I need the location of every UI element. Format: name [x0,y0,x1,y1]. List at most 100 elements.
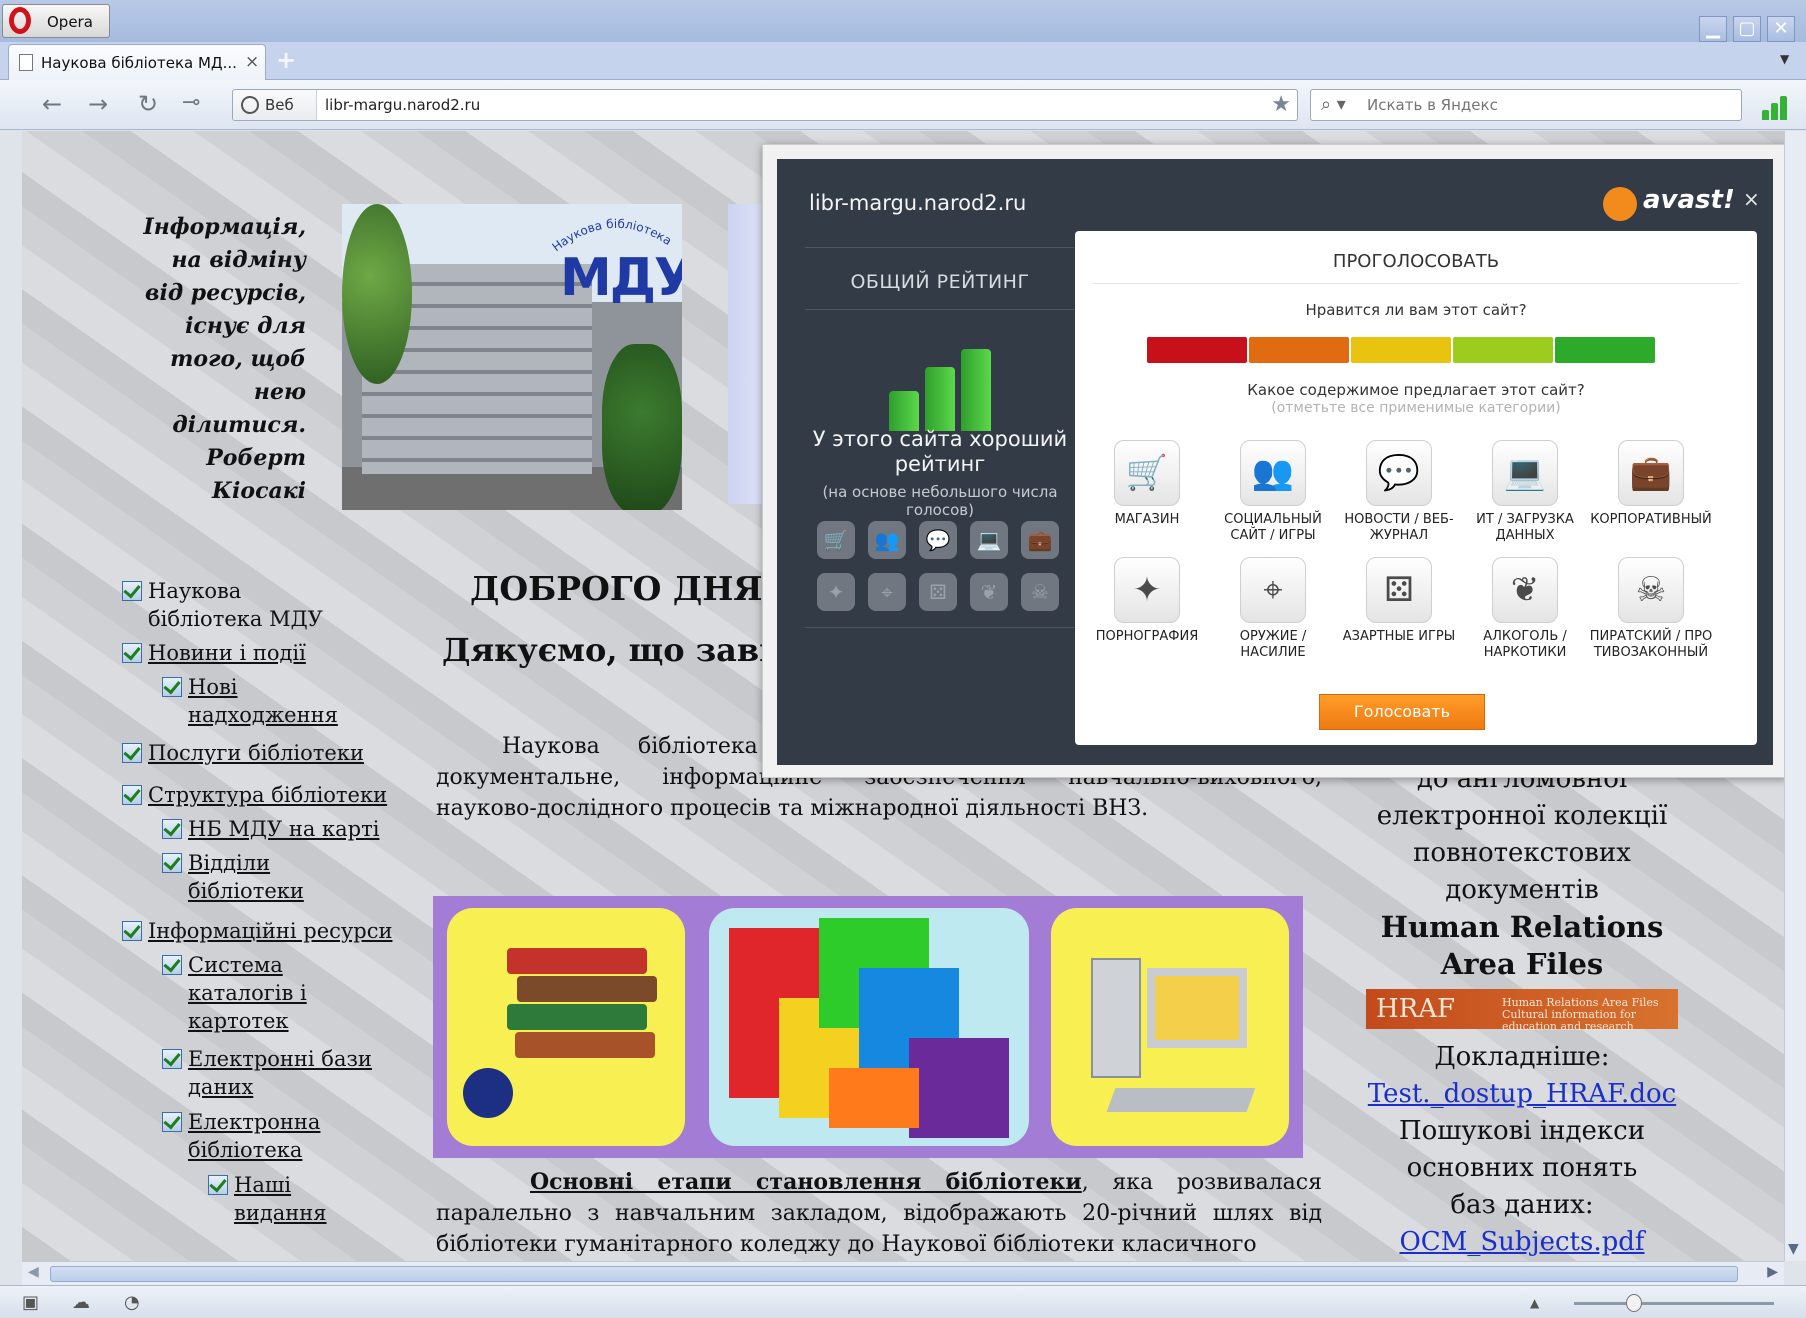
nav-item[interactable]: Послуги бібліотеки [122,739,364,767]
category-it[interactable]: 💻 ИТ / ЗАГРУЗКА ДАННЫХ [1463,440,1587,544]
tab-title: Наукова бібліотека МД... [41,54,237,72]
library-photo: Наукова бібліотека МДУ [342,204,682,510]
cloud-icon[interactable]: ☁ [72,1292,90,1313]
nav-item[interactable]: НБ МДУ на карті [162,815,379,843]
leaf-icon: ❦ [1492,557,1558,623]
rating-3-button[interactable] [1351,337,1451,363]
category-corporate[interactable]: 💼 КОРПОРАТИВНЫЙ [1589,440,1713,528]
rating-4-button[interactable] [1453,337,1553,363]
opera-menu-label: Opera [47,13,93,31]
briefcase-icon: 💼 [1021,521,1059,559]
avast-rating-icon[interactable] [1760,92,1790,120]
zoom-slider[interactable] [1574,1302,1774,1305]
zoom-up-icon[interactable]: ▲ [1530,1296,1539,1310]
new-tab-icon[interactable]: + [276,46,296,74]
category-news[interactable]: 💬 НОВОСТИ / ВЕБ-ЖУРНАЛ [1337,440,1461,544]
scroll-left-icon[interactable]: ◀ [28,1264,39,1280]
speed-dial-icon[interactable]: ◔ [124,1292,140,1313]
search-input[interactable] [1367,96,1727,114]
avast-popup: libr-margu.narod2.ru avast! × ОБЩИЙ РЕЙТ… [762,144,1788,778]
skull-icon: ☠ [1021,573,1059,611]
tab-menu-icon[interactable]: ▼ [1780,52,1789,66]
star4-icon: ✦ [1114,557,1180,623]
check-icon [122,921,142,941]
rating-1-button[interactable] [1147,337,1247,363]
minimize-icon[interactable]: ▁ [1699,16,1727,42]
panel-toggle-icon[interactable]: ▣ [22,1292,39,1313]
search-icon[interactable]: ⌕ ▾ [1321,94,1346,115]
status-bar: ▣ ☁ ◔ ▲ [0,1285,1806,1318]
nav-item[interactable]: Інформаційні ресурси [122,917,392,945]
check-icon [122,643,142,663]
hraf-doc-link[interactable]: Test._dostup_HRAF.doc [1362,1076,1682,1113]
category-piracy[interactable]: ☠ ПИРАТСКИЙ / ПРОТИВОЗАКОННЫЙ [1589,557,1713,661]
back-icon[interactable]: ← [42,90,62,118]
maximize-icon[interactable]: ▢ [1733,16,1761,42]
nav-item[interactable]: Електронні бази даних [162,1045,378,1101]
banner-images [433,896,1303,1158]
category-social[interactable]: 👥 СОЦИАЛЬНЫЙ САЙТ / ИГРЫ [1211,440,1335,544]
check-icon [208,1175,228,1195]
check-icon [162,819,182,839]
vote-panel: ПРОГОЛОСОВАТЬ Нравится ли вам этот сайт?… [1075,231,1757,745]
overall-rating: ОБЩИЙ РЕЙТИНГ У этого сайта хороший рейт… [805,247,1075,647]
nav-item[interactable]: Новини і події [122,639,306,667]
rating-note: (на основе небольшого числа голосов) [822,483,1058,519]
nav-item[interactable]: Наші видання [208,1171,334,1227]
avast-domain: libr-margu.narod2.ru [809,191,1027,215]
title-bar: Opera ▁ ▢ ✕ [0,0,1806,42]
nav-item[interactable]: Структура бібліотеки [122,781,387,809]
forward-icon[interactable]: → [88,90,108,118]
address-badge[interactable]: Веб [233,90,317,120]
nav-item[interactable]: Відділи бібліотеки [162,849,304,905]
history-text: Основні етапи становлення бібліотеки, як… [436,1169,1322,1257]
check-icon [162,955,182,975]
globe-icon [241,96,259,114]
star-icon[interactable]: ★ [1271,92,1291,117]
horizontal-scrollbar[interactable]: ◀ ▶ [22,1261,1784,1285]
rating-5-button[interactable] [1555,337,1655,363]
zoom-slider-handle[interactable] [1626,1294,1642,1312]
dice-icon: ⚄ [1366,557,1432,623]
reload-icon[interactable]: ↻ [138,90,158,118]
check-icon [122,743,142,763]
ink-icon [463,1068,513,1118]
speech-bubble-icon: 💬 [1366,440,1432,506]
search-box[interactable]: ⌕ ▾ [1310,89,1742,121]
nav-item[interactable]: Система каталогів і картотек [162,951,308,1035]
scroll-down-icon[interactable]: ▼ [1788,1241,1799,1257]
history-link[interactable]: Основні етапи становлення бібліотеки [530,1169,1082,1195]
avast-panel: libr-margu.narod2.ru avast! × ОБЩИЙ РЕЙТ… [777,159,1773,765]
category-porn[interactable]: ✦ ПОРНОГРАФИЯ [1085,557,1209,645]
category-weapons[interactable]: ⌖ ОРУЖИЕ / НАСИЛИЕ [1211,557,1335,661]
vertical-scrollbar[interactable]: ▼ [1784,131,1806,1261]
laptop-icon: 💻 [970,521,1008,559]
check-icon [122,785,142,805]
rating-2-button[interactable] [1249,337,1349,363]
people-icon: 👥 [1240,440,1306,506]
nav-item[interactable]: Нові надходження [162,673,338,729]
rating-bars-icon [889,331,999,431]
scroll-right-icon[interactable]: ▶ [1767,1264,1778,1280]
address-bar[interactable]: Веб libr-margu.narod2.ru ★ [232,89,1298,121]
category-alcohol[interactable]: ❦ АЛКОГОЛЬ / НАРКОТИКИ [1463,557,1587,661]
hraf-logo[interactable]: HRAF Human Relations Area Files Cultural … [1366,989,1678,1033]
address-url[interactable]: libr-margu.narod2.ru [325,96,480,114]
avast-close-icon[interactable]: × [1743,187,1760,211]
tab-library[interactable]: Наукова бібліотека МД... × [8,44,266,80]
content-note: (отметьте все применимые категории) [1271,400,1561,416]
nav-item[interactable]: Електронна бібліотека [162,1108,338,1164]
window-close-icon[interactable]: ✕ [1767,16,1795,42]
vote-button[interactable]: Голосовать [1319,694,1485,730]
ocm-subjects-link[interactable]: OCM_Subjects.pdf [1362,1224,1682,1261]
horizontal-scroll-thumb[interactable] [50,1266,1738,1282]
tab-close-icon[interactable]: × [245,52,259,72]
page-icon [19,54,33,71]
category-shop[interactable]: 🛒 МАГАЗИН [1085,440,1209,528]
opera-menu-button[interactable]: Opera [2,4,110,38]
key-icon[interactable]: ⊸ [182,90,200,115]
avast-brand: avast! [1643,185,1735,215]
category-gambling[interactable]: ⚄ АЗАРТНЫЕ ИГРЫ [1337,557,1461,645]
library-logo: Наукова бібліотека МДУ [546,214,682,324]
address-badge-label: Веб [265,96,294,114]
